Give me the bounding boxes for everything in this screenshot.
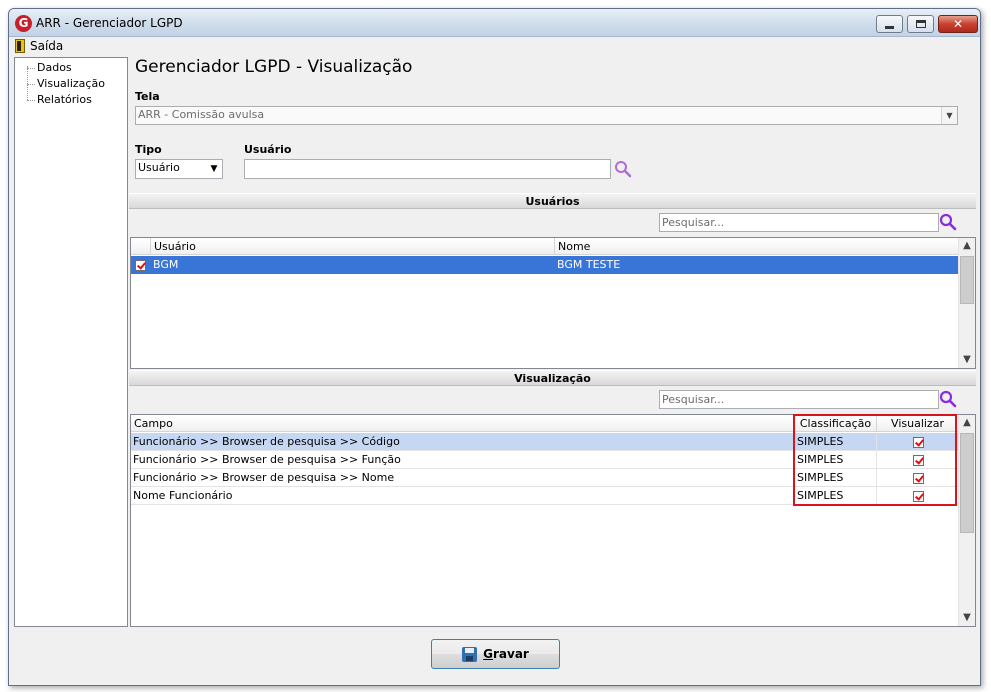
navigation-tree: Dados Visualização Relatórios (14, 57, 128, 627)
usuarios-section-header: Usuários (129, 193, 976, 209)
chevron-down-icon: ▼ (206, 160, 222, 178)
search-icon[interactable] (939, 213, 957, 231)
menu-bar: Saída (9, 37, 980, 55)
scroll-down-icon[interactable]: ▼ (959, 610, 975, 626)
tipo-select[interactable]: Usuário ▼ (135, 159, 223, 179)
tree-item-relatorios[interactable]: Relatórios (37, 92, 92, 108)
cell-nome: BGM TESTE (555, 256, 959, 274)
usuarios-scrollbar[interactable]: ▲ ▼ (958, 238, 975, 368)
tipo-select-value: Usuário (138, 161, 180, 174)
visualizacao-grid: Campo Classificação Visualizar Funcionár… (130, 414, 976, 627)
row-checkbox-cell[interactable] (131, 256, 151, 274)
menu-exit[interactable]: Saída (15, 38, 63, 54)
exit-door-icon (15, 39, 25, 53)
visualizacao-section-header: Visualização (129, 370, 976, 386)
cell-campo: Funcionário >> Browser de pesquisa >> No… (131, 469, 795, 487)
table-row[interactable]: BGM BGM TESTE (131, 256, 959, 274)
scroll-down-icon[interactable]: ▼ (959, 352, 975, 368)
tela-select-value: ARR - Comissão avulsa (138, 108, 265, 121)
tela-select[interactable]: ARR - Comissão avulsa ▼ (135, 106, 958, 125)
usuarios-grid: Usuário Nome BGM BGM TESTE ▲ ▼ (130, 237, 976, 369)
column-header-usuario[interactable]: Usuário (151, 238, 555, 255)
visualizacao-scrollbar[interactable]: ▲ ▼ (958, 415, 975, 626)
column-header-check[interactable] (131, 238, 151, 255)
tree-connector (27, 66, 28, 100)
tree-item-visualizacao[interactable]: Visualização (37, 76, 105, 92)
checkbox-checked[interactable] (135, 259, 146, 271)
column-header-campo[interactable]: Campo (131, 415, 795, 432)
cell-campo: Funcionário >> Browser de pesquisa >> Có… (131, 433, 795, 451)
tela-label: Tela (135, 90, 160, 103)
visualizacao-search-input[interactable] (659, 390, 939, 409)
search-icon[interactable] (614, 160, 632, 178)
usuarios-search-input[interactable] (659, 213, 939, 232)
annotation-highlight-box (793, 414, 957, 506)
scroll-thumb[interactable] (960, 433, 974, 533)
maximize-button[interactable] (907, 15, 934, 33)
minimize-button[interactable] (876, 15, 903, 33)
usuario-input[interactable] (244, 159, 611, 179)
scroll-up-icon[interactable]: ▲ (959, 415, 975, 431)
scroll-thumb[interactable] (960, 256, 974, 304)
app-logo-icon: G (15, 15, 32, 32)
minimize-icon (885, 25, 894, 29)
search-icon[interactable] (939, 390, 957, 408)
close-button[interactable]: ✕ (938, 15, 978, 33)
save-button[interactable]: Gravar (431, 639, 560, 669)
maximize-icon (915, 20, 926, 28)
tree-item-dados[interactable]: Dados (37, 60, 72, 76)
cell-campo: Nome Funcionário (131, 487, 795, 505)
close-icon: ✕ (952, 17, 964, 31)
cell-usuario: BGM (151, 256, 555, 274)
usuario-label: Usuário (244, 143, 292, 156)
tree-connector (27, 68, 35, 69)
column-header-nome[interactable]: Nome (555, 238, 959, 255)
cell-campo: Funcionário >> Browser de pesquisa >> Fu… (131, 451, 795, 469)
window-title: ARR - Gerenciador LGPD (36, 16, 183, 30)
floppy-disk-icon (462, 646, 478, 662)
save-button-label: Gravar (483, 647, 529, 661)
menu-exit-label: Saída (30, 39, 64, 53)
main-window: G ARR - Gerenciador LGPD ✕ Saída Dados V… (8, 8, 981, 686)
title-bar: G ARR - Gerenciador LGPD ✕ (9, 9, 980, 37)
page-title: Gerenciador LGPD - Visualização (135, 57, 413, 77)
tree-connector (27, 100, 35, 101)
usuarios-grid-header: Usuário Nome (131, 238, 959, 255)
scroll-up-icon[interactable]: ▲ (959, 238, 975, 254)
chevron-down-icon: ▼ (941, 107, 957, 124)
tree-connector (27, 84, 35, 85)
tipo-label: Tipo (135, 143, 162, 156)
